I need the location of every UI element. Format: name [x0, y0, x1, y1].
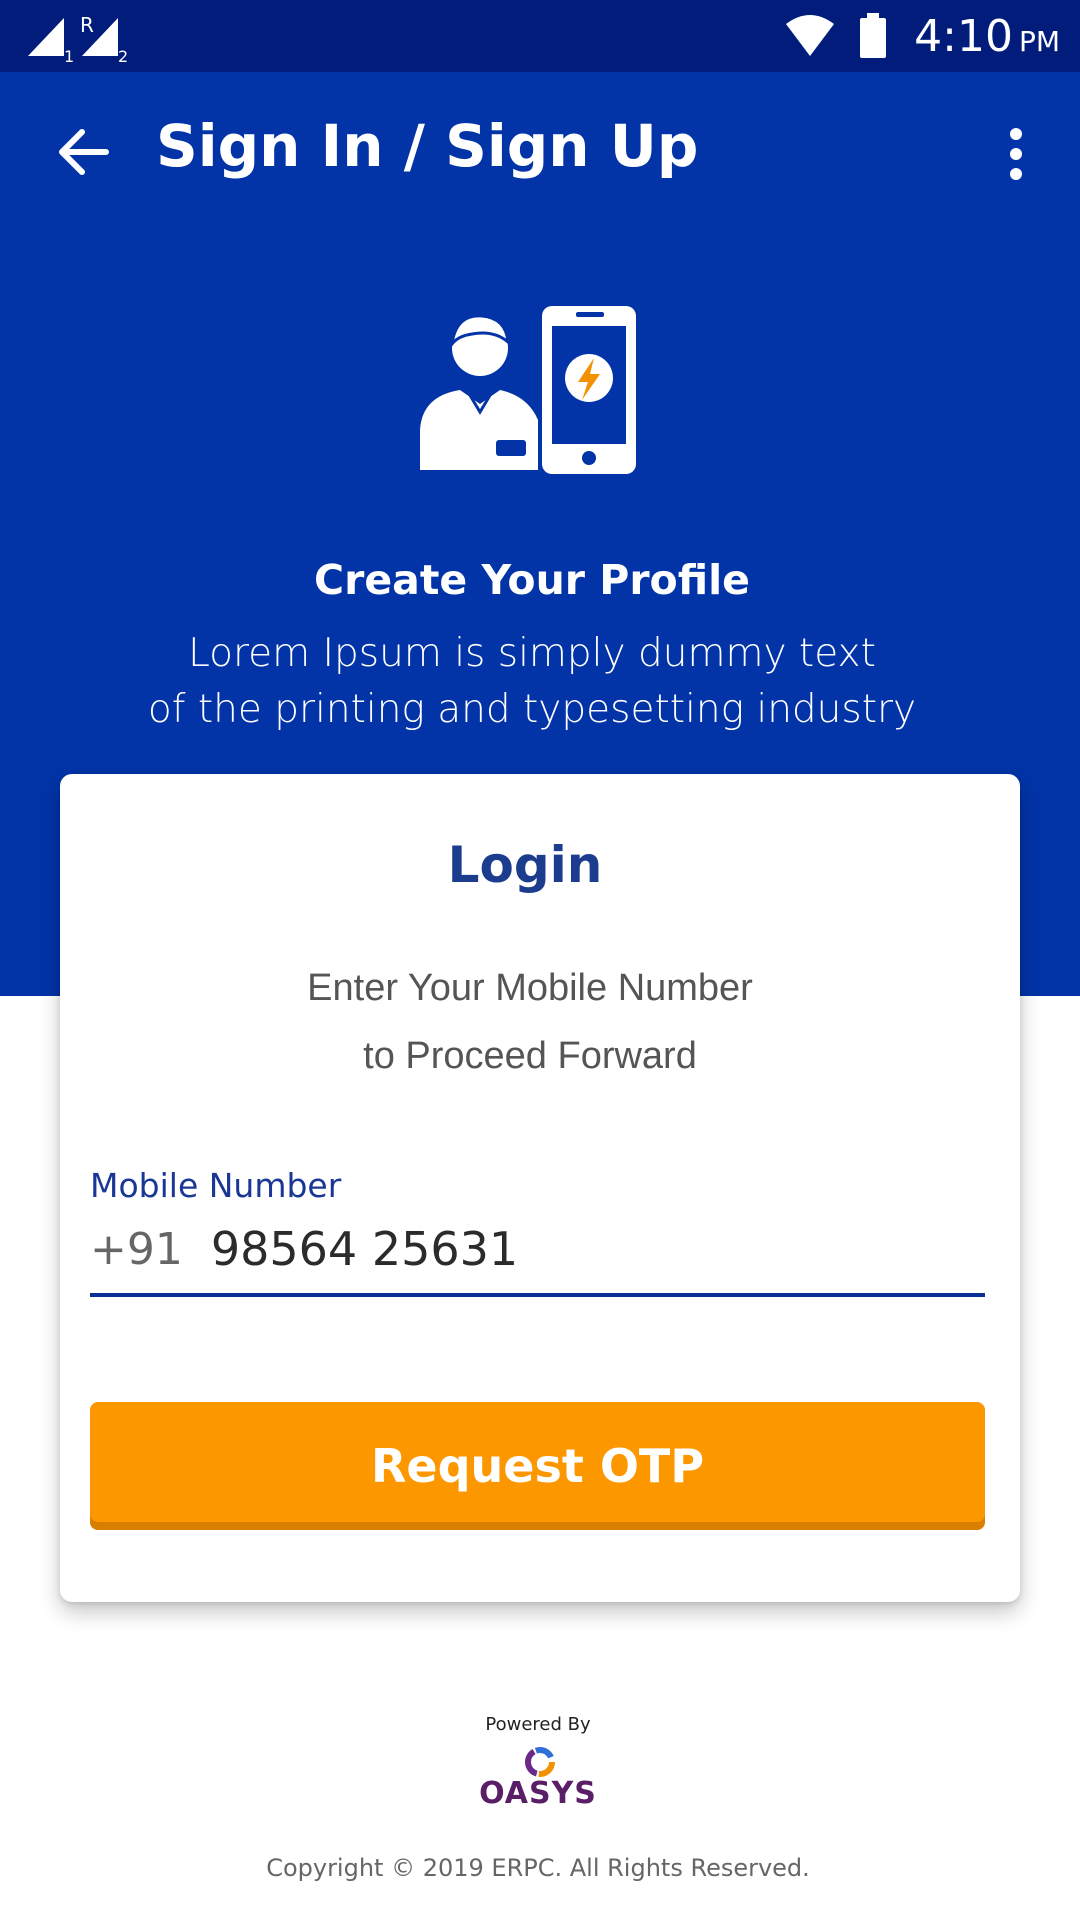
hero-title: Create Your Profile: [314, 556, 750, 604]
oasys-logo-icon: [525, 1747, 555, 1777]
status-bar: 1 R 2 4:10 PM: [0, 0, 1080, 72]
arrow-left-icon[interactable]: [54, 122, 114, 182]
status-ampm: PM: [1018, 24, 1060, 58]
powered-by-label: Powered By: [485, 1714, 591, 1735]
login-description-line2: to Proceed Forward: [363, 1035, 697, 1077]
copyright-text: Copyright © 2019 ERPC. All Rights Reserv…: [266, 1854, 810, 1882]
status-time: 4:10: [914, 10, 1013, 62]
login-title: Login: [447, 836, 603, 894]
profile-illustration-icon: [420, 306, 636, 474]
wifi-icon: [786, 15, 835, 56]
login-description-line1: Enter Your Mobile Number: [307, 967, 753, 1009]
more-vertical-icon[interactable]: [1006, 126, 1026, 182]
country-code: +91: [90, 1223, 183, 1275]
field-underline: [90, 1293, 985, 1297]
mobile-number-field[interactable]: +91 98564 25631: [90, 1214, 985, 1284]
battery-icon: [860, 13, 887, 58]
signal-icon: 1 R 2: [28, 13, 128, 64]
mobile-number-input[interactable]: 98564 25631: [211, 1222, 518, 1276]
svg-text:1: 1: [64, 47, 74, 64]
hero-subtitle-line2: of the printing and typesetting industry: [147, 687, 917, 732]
svg-text:R: R: [80, 13, 94, 37]
app-bar: Sign In / Sign Up: [0, 72, 1080, 232]
page-title: Sign In / Sign Up: [156, 112, 699, 180]
login-description: Enter Your Mobile Number to Proceed Forw…: [60, 954, 1000, 1090]
login-card: Login Enter Your Mobile Number to Procee…: [60, 774, 1020, 1602]
mobile-number-label: Mobile Number: [90, 1166, 342, 1205]
hero-subtitle: Lorem Ipsum is simply dummy text of the …: [0, 626, 1064, 738]
hero-subtitle-line1: Lorem Ipsum is simply dummy text: [188, 631, 876, 676]
svg-text:2: 2: [118, 47, 128, 64]
oasys-brand: OASYS: [479, 1776, 597, 1811]
request-otp-button[interactable]: Request OTP: [90, 1402, 985, 1530]
